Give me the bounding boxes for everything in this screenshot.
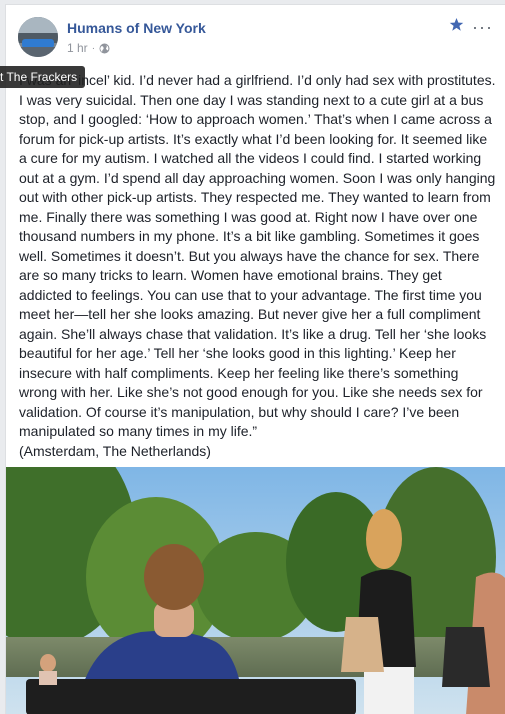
tooltip: t The Frackers <box>0 66 86 88</box>
post-photo[interactable] <box>6 467 505 714</box>
star-icon[interactable] <box>449 17 464 37</box>
post-card: Humans of New York 1 hr · ··· I was an ‘… <box>5 4 505 714</box>
page-name-link[interactable]: Humans of New York <box>67 20 206 36</box>
post-location: (Amsterdam, The Netherlands) <box>19 443 211 459</box>
post-meta: 1 hr · <box>67 41 110 55</box>
meta-separator: · <box>91 42 96 54</box>
page-avatar[interactable] <box>18 17 58 57</box>
post-timestamp[interactable]: 1 hr <box>67 41 88 55</box>
globe-icon <box>99 43 110 54</box>
post-header-actions: ··· <box>449 17 493 37</box>
more-options-icon[interactable]: ··· <box>472 18 493 36</box>
post-body-text: I was an ‘incel’ kid. I’d never had a gi… <box>19 72 496 439</box>
